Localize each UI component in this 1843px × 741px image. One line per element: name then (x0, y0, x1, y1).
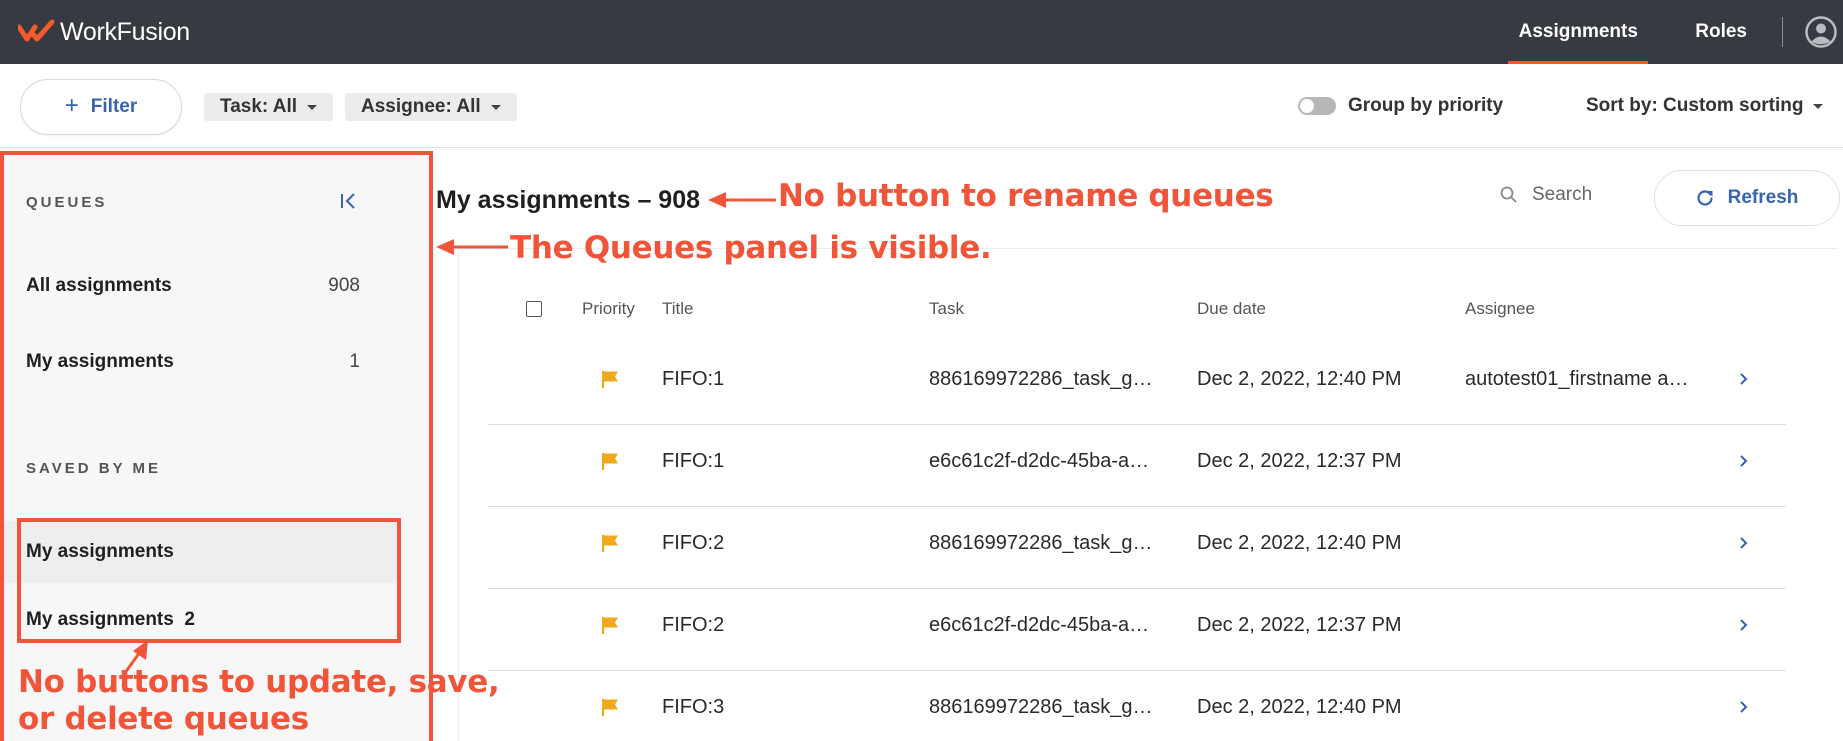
sort-label: Sort by: Custom sorting (1586, 95, 1804, 116)
chevron-right-icon[interactable] (1738, 371, 1750, 387)
caret-down-icon (307, 104, 318, 110)
main-nav: Assignments Roles (1508, 0, 1843, 64)
row-title[interactable]: FIFO:1 (662, 450, 724, 473)
task-filter-chip[interactable]: Task: All (204, 93, 334, 121)
brand-name: WorkFusion (60, 17, 190, 46)
flag-icon (602, 371, 618, 388)
row-task: 886169972286_task_g… (929, 696, 1153, 718)
row-due-date: Dec 2, 2022, 12:40 PM (1197, 532, 1402, 554)
workfusion-logo-icon (18, 19, 55, 42)
flag-icon (602, 617, 618, 634)
flag-icon (602, 453, 618, 470)
chevron-right-icon[interactable] (1738, 535, 1750, 551)
row-divider (488, 424, 1786, 425)
top-bar: WorkFusion Assignments Roles (0, 0, 1843, 64)
page-title: My assignments – 908 (436, 186, 701, 214)
assignee-filter-label: Assignee: All (361, 96, 481, 117)
row-title[interactable]: FIFO:3 (662, 696, 724, 719)
row-task: e6c61c2f-d2dc-45ba-a… (929, 614, 1150, 636)
row-due-date: Dec 2, 2022, 12:40 PM (1197, 696, 1402, 718)
filter-button-label: Filter (90, 96, 138, 117)
column-header-assignee[interactable]: Assignee (1465, 299, 1535, 319)
column-header-title[interactable]: Title (662, 299, 694, 319)
search-placeholder: Search (1532, 184, 1593, 205)
brand-logo[interactable]: WorkFusion (18, 18, 190, 47)
group-by-priority-label: Group by priority (1348, 95, 1504, 116)
refresh-button[interactable]: Refresh (1654, 170, 1840, 226)
annotation-buttons-text-line1: No buttons to update, save, (18, 664, 500, 700)
filter-button[interactable]: + Filter (20, 79, 182, 135)
tab-assignments[interactable]: Assignments (1508, 0, 1649, 64)
assignments-table (458, 248, 1838, 741)
tab-roles[interactable]: Roles (1684, 0, 1758, 64)
annotation-saved-queues-box (17, 518, 401, 643)
caret-down-icon (1813, 103, 1824, 109)
column-header-task[interactable]: Task (929, 299, 964, 319)
row-divider (488, 670, 1786, 671)
row-task: 886169972286_task_g… (929, 368, 1153, 390)
column-header-due-date[interactable]: Due date (1197, 299, 1266, 319)
row-task: e6c61c2f-d2dc-45ba-a… (929, 450, 1150, 472)
annotation-panel-box (0, 151, 433, 741)
row-divider (488, 506, 1786, 507)
search-box[interactable]: Search (1498, 184, 1592, 206)
row-due-date: Dec 2, 2022, 12:40 PM (1197, 368, 1402, 390)
chevron-right-icon[interactable] (1738, 453, 1750, 469)
row-assignee: autotest01_firstname a… (1465, 368, 1689, 390)
row-title[interactable]: FIFO:2 (662, 614, 724, 637)
annotation-rename-text: No button to rename queues (778, 178, 1274, 214)
refresh-icon (1697, 190, 1713, 206)
row-title[interactable]: FIFO:2 (662, 532, 724, 555)
row-divider (488, 588, 1786, 589)
assignee-filter-chip[interactable]: Assignee: All (345, 93, 517, 121)
flag-icon (602, 699, 618, 716)
search-icon (1500, 186, 1517, 203)
user-avatar-icon[interactable] (1805, 16, 1837, 48)
filter-bar: + Filter Task: All Assignee: All Group b… (0, 64, 1843, 148)
group-by-priority-toggle[interactable] (1298, 97, 1336, 115)
flag-icon (602, 535, 618, 552)
row-title[interactable]: FIFO:1 (662, 368, 724, 391)
task-filter-label: Task: All (220, 96, 298, 117)
plus-icon: + (64, 92, 79, 119)
row-due-date: Dec 2, 2022, 12:37 PM (1197, 450, 1402, 472)
annotation-buttons-text-line2: or delete queues (18, 701, 309, 737)
nav-divider (1782, 17, 1783, 47)
chevron-right-icon[interactable] (1738, 617, 1750, 633)
sort-dropdown[interactable]: Sort by: Custom sorting (1586, 95, 1824, 117)
select-all-checkbox[interactable] (526, 301, 542, 317)
caret-down-icon (490, 104, 501, 110)
row-task: 886169972286_task_g… (929, 532, 1153, 554)
chevron-right-icon[interactable] (1738, 699, 1750, 715)
annotation-panel-text: The Queues panel is visible. (510, 230, 992, 266)
row-due-date: Dec 2, 2022, 12:37 PM (1197, 614, 1402, 636)
column-header-priority[interactable]: Priority (582, 299, 635, 319)
refresh-label: Refresh (1727, 187, 1799, 208)
